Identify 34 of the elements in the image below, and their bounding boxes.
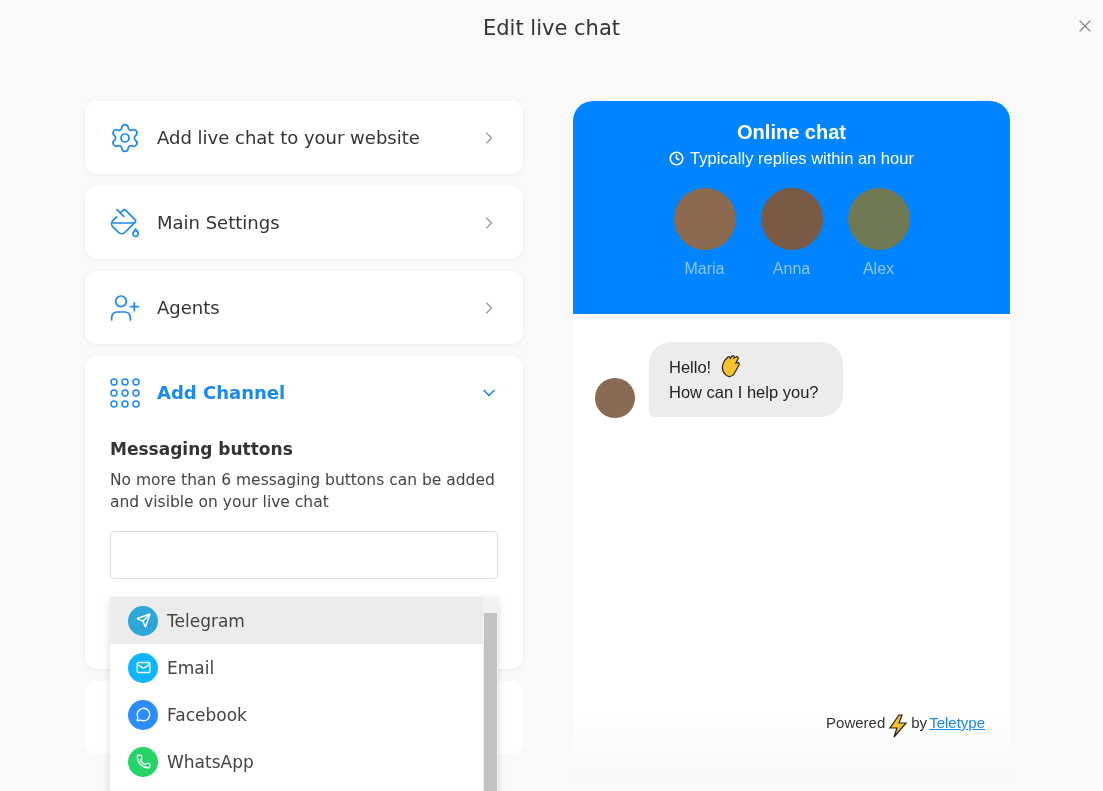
message-text: Hello!	[669, 356, 712, 378]
agent-name: Anna	[772, 260, 811, 278]
teletype-link[interactable]: Teletype	[929, 714, 985, 731]
section-title: Main Settings	[157, 212, 281, 233]
section-header[interactable]: Agents	[85, 271, 523, 344]
section-description: No more than 6 messaging buttons can be added and visible on your live chat	[110, 470, 496, 513]
powered-text: Powered	[826, 714, 886, 731]
section-heading: Messaging buttons	[110, 439, 294, 459]
agent-name: Maria	[684, 260, 725, 278]
option-label: Email	[167, 657, 215, 678]
option-label: Facebook	[167, 704, 247, 725]
message-text: How can I help you?	[669, 382, 819, 403]
section-header[interactable]: Add live chat to your website	[85, 101, 523, 174]
scrollbar[interactable]	[483, 597, 498, 791]
section-title: Add Channel	[157, 382, 287, 403]
window-title: Edit live chat	[483, 16, 620, 40]
settings-icon	[109, 121, 141, 154]
paint-bucket-icon	[109, 206, 141, 239]
channel-search-field[interactable]	[110, 531, 498, 579]
lightning-icon	[887, 714, 910, 738]
reply-time-text: Typically replies within an hour	[690, 149, 914, 168]
section-title: Add live chat to your website	[157, 127, 421, 148]
clock-icon	[669, 151, 685, 166]
agent-avatar	[595, 378, 635, 418]
option-label: WhatsApp	[167, 751, 254, 772]
dropdown-option[interactable]: Telegram	[110, 597, 483, 644]
section-title: Agents	[157, 297, 221, 318]
chat-title: Online chat	[737, 121, 846, 144]
powered-text: by	[911, 714, 928, 731]
section-header[interactable]: Main Settings	[85, 186, 523, 259]
option-label: Telegram	[167, 610, 245, 631]
section-header[interactable]: Add Channel	[85, 356, 523, 429]
agent-name: Alex	[862, 260, 895, 278]
dots-grid-icon	[109, 376, 141, 409]
